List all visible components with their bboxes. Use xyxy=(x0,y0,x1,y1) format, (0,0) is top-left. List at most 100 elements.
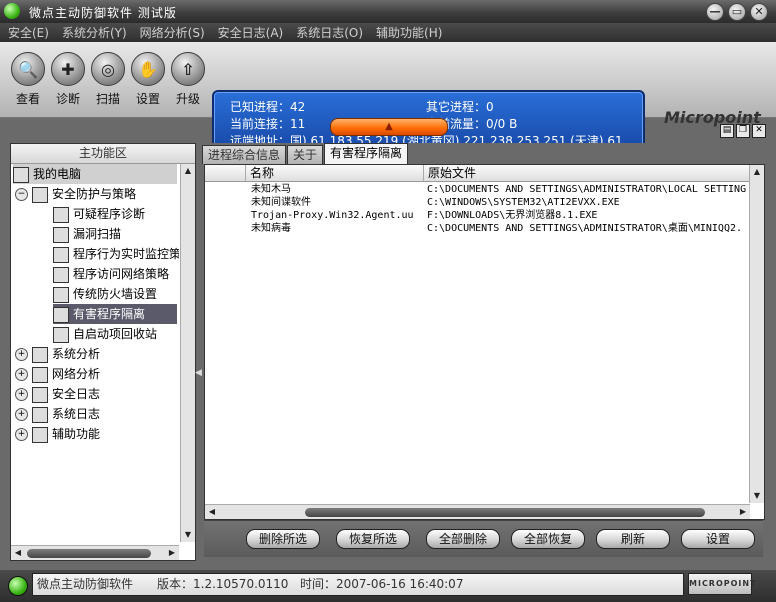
menu-system-analysis[interactable]: 系统分析(Y) xyxy=(54,24,132,41)
toolbar: 🔍 查看 ✚ 诊断 ◎ 扫描 ✋ 设置 ⇧ 升级 已知进程：42 其它进程：0 … xyxy=(0,42,776,154)
menu-bar: 安全(E) 系统分析(Y) 网络分析(S) 安全日志(A) 系统日志(O) 辅助… xyxy=(0,23,776,42)
app-logo-icon xyxy=(4,3,20,19)
delete-selected-button[interactable]: 删除所选 xyxy=(246,529,320,549)
magnifier-icon: 🔍 xyxy=(11,52,45,86)
computer-icon xyxy=(13,166,29,183)
collapse-toolbar-handle[interactable]: ▲ xyxy=(330,118,448,136)
scan-label: 扫描 xyxy=(95,92,120,106)
flag-icon xyxy=(32,186,48,203)
minimize-button[interactable]: — xyxy=(706,3,724,21)
tree-item-system-analysis[interactable]: + 系统分析 xyxy=(15,344,100,364)
window-restore-icon[interactable]: ❐ xyxy=(736,124,750,138)
tab-quarantine[interactable]: 有害程序隔离 xyxy=(324,143,409,164)
tree-item-security-log[interactable]: + 安全日志 xyxy=(15,384,100,404)
recycle-icon xyxy=(53,326,69,343)
tree-item-realtime-monitor[interactable]: 程序行为实时监控策 xyxy=(53,244,179,264)
panel-header: 主功能区 xyxy=(11,144,195,164)
refresh-button[interactable]: 刷新 xyxy=(596,529,670,549)
upgrade-button[interactable]: ⇧ 升级 xyxy=(168,52,208,107)
tree-vertical-scrollbar[interactable]: ▲ ▼ xyxy=(180,164,195,542)
column-name[interactable]: 名称 xyxy=(245,165,422,181)
tree-item-firewall[interactable]: 传统防火墙设置 xyxy=(53,284,157,304)
title-bar[interactable]: 微点主动防御软件 测试版 — ▭ ✕ xyxy=(0,0,776,23)
menu-tools[interactable]: 辅助功能(H) xyxy=(368,24,447,41)
scroll-left-arrow-icon[interactable]: ◀ xyxy=(205,505,219,519)
row-path: C:\WINDOWS\SYSTEM32\ATI2EVXX.EXE xyxy=(427,197,620,208)
menu-network-analysis[interactable]: 网络分析(S) xyxy=(132,24,210,41)
tab-about[interactable]: 关于 xyxy=(287,145,324,164)
view-button[interactable]: 🔍 查看 xyxy=(8,52,48,107)
scroll-right-arrow-icon[interactable]: ▶ xyxy=(165,546,179,560)
close-button[interactable]: ✕ xyxy=(750,3,768,21)
status-version: 版本：1.2.10570.0110 xyxy=(157,577,289,591)
expand-icon[interactable]: + xyxy=(15,348,28,361)
tree-item-tools[interactable]: + 辅助功能 xyxy=(15,424,100,444)
tree-item-quarantine[interactable]: 有害程序隔离 xyxy=(53,304,177,324)
tree-item-startup-recycle[interactable]: 自启动项回收站 xyxy=(53,324,157,344)
window-title: 微点主动防御软件 测试版 xyxy=(29,6,177,20)
menu-security[interactable]: 安全(E) xyxy=(0,24,54,41)
table-row[interactable]: 未知木马 C:\DOCUMENTS AND SETTINGS\ADMINISTR… xyxy=(205,183,750,196)
quarantine-list: 名称 原始文件 未知木马 C:\DOCUMENTS AND SETTINGS\A… xyxy=(204,164,765,520)
panel-close-icon[interactable]: ✕ xyxy=(752,124,766,138)
tree-item-vulnerability-scan[interactable]: 漏洞扫描 xyxy=(53,224,121,244)
expand-icon[interactable]: + xyxy=(15,388,28,401)
list-hscroll-thumb[interactable] xyxy=(305,508,705,517)
table-row[interactable]: 未知间谍软件 C:\WINDOWS\SYSTEM32\ATI2EVXX.EXE xyxy=(205,196,750,209)
security-log-icon xyxy=(32,386,48,403)
collapse-icon[interactable]: − xyxy=(15,188,28,201)
tree-item-my-computer[interactable]: 我的电脑 xyxy=(13,164,177,184)
tree-item-network-analysis[interactable]: + 网络分析 xyxy=(15,364,100,384)
table-row[interactable]: 未知病毒 C:\DOCUMENTS AND SETTINGS\ADMINISTR… xyxy=(205,222,750,235)
restore-all-button[interactable]: 全部恢复 xyxy=(511,529,585,549)
tab-bar: 进程综合信息 关于 有害程序隔离 xyxy=(202,143,409,165)
scroll-left-arrow-icon[interactable]: ◀ xyxy=(11,546,25,560)
row-path: C:\DOCUMENTS AND SETTINGS\ADMINISTRATOR\… xyxy=(427,223,743,234)
tree-item-security-policy[interactable]: − 安全防护与策略 xyxy=(15,184,136,204)
search-icon xyxy=(53,226,69,243)
row-path: F:\DOWNLOADS\无界浏览器8.1.EXE xyxy=(427,210,598,221)
main-window: 微点主动防御软件 测试版 — ▭ ✕ 安全(E) 系统分析(Y) 网络分析(S)… xyxy=(0,0,776,602)
tree-item-suspicious-diagnosis[interactable]: 可疑程序诊断 xyxy=(53,204,145,224)
scroll-up-arrow-icon[interactable]: ▲ xyxy=(750,165,764,179)
scroll-down-arrow-icon[interactable]: ▼ xyxy=(750,489,764,503)
restore-selected-button[interactable]: 恢复所选 xyxy=(336,529,410,549)
expand-icon[interactable]: + xyxy=(15,408,28,421)
upgrade-icon: ⇧ xyxy=(171,52,205,86)
delete-all-button[interactable]: 全部删除 xyxy=(426,529,500,549)
menu-security-log[interactable]: 安全日志(A) xyxy=(210,24,289,41)
list-view-icon[interactable]: ▤ xyxy=(720,124,734,138)
expand-icon[interactable]: + xyxy=(15,428,28,441)
tree-horizontal-scrollbar[interactable]: ◀ ▶ xyxy=(11,545,179,560)
micropoint-status-logo: MICROPOINT xyxy=(688,573,756,595)
table-row[interactable]: Trojan-Proxy.Win32.Agent.uu F:\DOWNLOADS… xyxy=(205,209,750,222)
row-name: 未知病毒 xyxy=(251,223,291,234)
settings-button[interactable]: ✋ 设置 xyxy=(128,52,168,107)
current-connections: 当前连接：11 xyxy=(230,117,306,131)
tree-item-network-policy[interactable]: 程序访问网络策略 xyxy=(53,264,169,284)
main-function-panel: 主功能区 我的电脑 − 安全防护与策略 可疑程序诊断 漏洞扫描 程序行为实时监控策… xyxy=(10,143,196,561)
settings-action-button[interactable]: 设置 xyxy=(681,529,755,549)
status-field: 微点主动防御软件 版本：1.2.10570.0110 时间：2007-06-16… xyxy=(32,573,684,596)
tab-process-info[interactable]: 进程综合信息 xyxy=(202,145,287,164)
other-processes: 其它进程：0 xyxy=(426,100,494,114)
panel-splitter[interactable]: ◀ xyxy=(194,143,202,559)
column-original-file[interactable]: 原始文件 xyxy=(423,165,750,181)
collapse-left-arrow-icon[interactable]: ◀ xyxy=(195,368,202,378)
action-button-bar: 删除所选 恢复所选 全部删除 全部恢复 刷新 设置 xyxy=(204,520,763,557)
list-vertical-scrollbar[interactable]: ▲ ▼ xyxy=(749,165,764,503)
view-label: 查看 xyxy=(15,92,40,106)
diagnose-button[interactable]: ✚ 诊断 xyxy=(48,52,88,107)
tree-item-system-log[interactable]: + 系统日志 xyxy=(15,404,100,424)
scroll-right-arrow-icon[interactable]: ▶ xyxy=(736,505,750,519)
scroll-up-arrow-icon[interactable]: ▲ xyxy=(181,164,195,178)
scroll-down-arrow-icon[interactable]: ▼ xyxy=(181,528,195,542)
expand-icon[interactable]: + xyxy=(15,368,28,381)
restore-button[interactable]: ▭ xyxy=(728,3,746,21)
scan-button[interactable]: ◎ 扫描 xyxy=(88,52,128,107)
stethoscope-icon: ✚ xyxy=(51,52,85,86)
menu-system-log[interactable]: 系统日志(O) xyxy=(288,24,368,41)
content-panel: 进程综合信息 关于 有害程序隔离 名称 原始文件 未知木马 C:\DOCUMEN… xyxy=(202,143,766,559)
list-horizontal-scrollbar[interactable]: ◀ ▶ xyxy=(205,504,750,519)
tree-hscroll-thumb[interactable] xyxy=(27,549,151,558)
